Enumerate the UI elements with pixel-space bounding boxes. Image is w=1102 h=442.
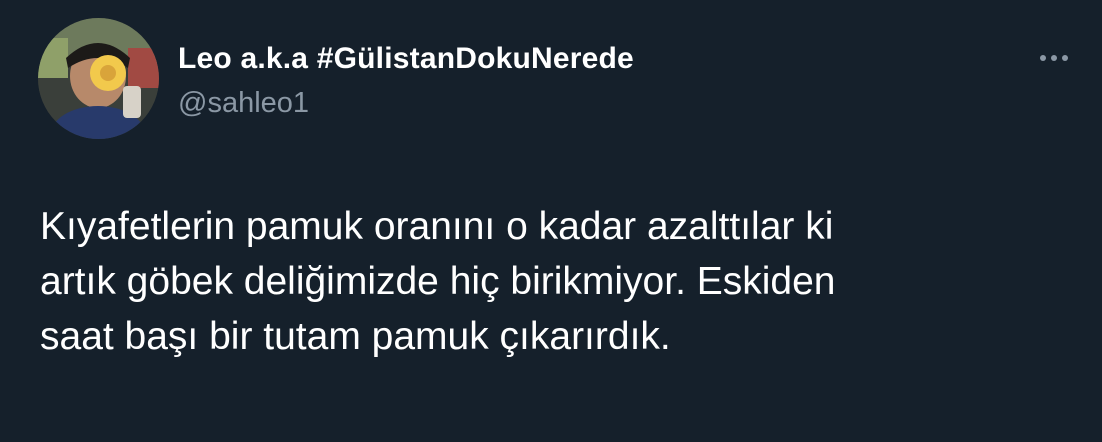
tweet-card: Leo a.k.a #GülistanDokuNerede @sahleo1 K… <box>0 0 1102 442</box>
tweet-text: Kıyafetlerin pamuk oranını o kadar azalt… <box>40 199 1080 364</box>
more-horizontal-icon <box>1040 55 1068 61</box>
tweet-text-line: artık göbek deliğimizde hiç birikmiyor. … <box>40 260 836 303</box>
tweet-text-line: saat başı bir tutam pamuk çıkarırdık. <box>40 315 671 358</box>
tweet-text-line: Kıyafetlerin pamuk oranını o kadar azalt… <box>40 205 834 248</box>
avatar-image <box>38 18 159 139</box>
author-handle[interactable]: @sahleo1 <box>178 86 309 120</box>
author-display-name[interactable]: Leo a.k.a #GülistanDokuNerede <box>178 42 634 76</box>
more-options-button[interactable] <box>1030 46 1078 70</box>
avatar[interactable] <box>38 18 159 139</box>
